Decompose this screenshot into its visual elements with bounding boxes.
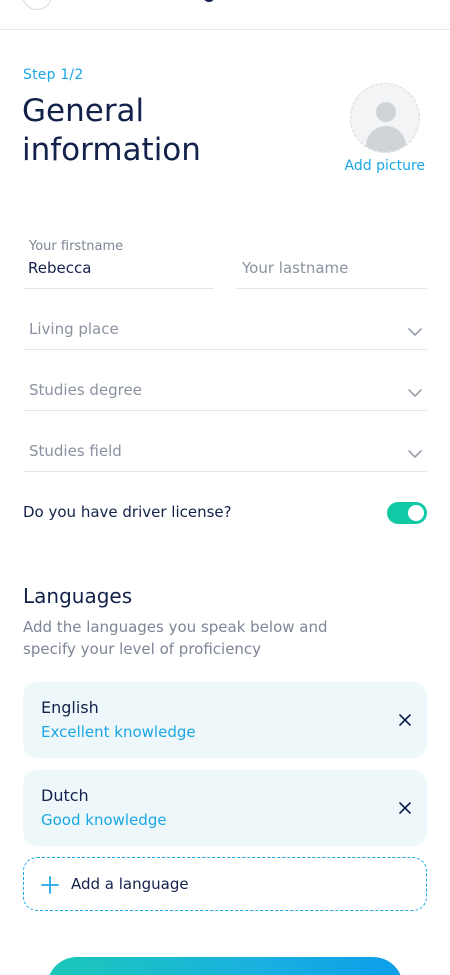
back-button[interactable] xyxy=(22,0,52,10)
step-indicator: Step 1/2 xyxy=(23,67,84,83)
firstname-value: Rebecca xyxy=(28,259,92,277)
avatar-head-shape xyxy=(376,102,396,122)
avatar-placeholder-icon[interactable] xyxy=(350,83,420,153)
language-level: Good knowledge xyxy=(41,811,167,829)
languages-heading: Languages xyxy=(23,584,133,608)
living-place-select[interactable]: Living place xyxy=(23,315,427,350)
plus-icon xyxy=(41,876,59,894)
toggle-knob xyxy=(408,505,424,521)
firstname-field[interactable]: Your firstname Rebecca xyxy=(23,235,214,289)
header-title-fragment xyxy=(203,0,215,2)
studies-degree-placeholder: Studies degree xyxy=(29,381,142,399)
driver-license-label: Do you have driver license? xyxy=(23,503,232,521)
header-bar xyxy=(0,0,450,30)
firstname-label: Your firstname xyxy=(29,239,124,254)
close-icon[interactable] xyxy=(398,713,412,727)
add-language-button[interactable]: Add a language xyxy=(23,857,427,911)
lastname-field[interactable]: Your lastname xyxy=(236,235,427,289)
language-level: Excellent knowledge xyxy=(41,723,196,741)
language-name: Dutch xyxy=(41,786,89,805)
language-card[interactable]: English Excellent knowledge xyxy=(23,682,427,758)
page-title: General information xyxy=(22,92,262,170)
chevron-down-icon xyxy=(408,450,422,458)
language-card[interactable]: Dutch Good knowledge xyxy=(23,770,427,846)
page-title-line-1: General xyxy=(22,93,145,129)
close-icon[interactable] xyxy=(398,801,412,815)
lastname-placeholder: Your lastname xyxy=(242,259,349,277)
page-title-line-2: information xyxy=(22,132,201,168)
avatar-shoulders-shape xyxy=(366,126,406,152)
add-language-label: Add a language xyxy=(71,875,189,893)
languages-description: Add the languages you speak below and sp… xyxy=(23,618,328,658)
chevron-down-icon xyxy=(408,389,422,397)
chevron-down-icon xyxy=(408,328,422,336)
studies-field-placeholder: Studies field xyxy=(29,442,122,460)
living-place-placeholder: Living place xyxy=(29,320,119,338)
add-picture-link[interactable]: Add picture xyxy=(325,158,425,174)
studies-field-select[interactable]: Studies field xyxy=(23,437,427,472)
driver-license-toggle[interactable] xyxy=(387,502,427,524)
language-name: English xyxy=(41,698,99,717)
profile-form-page: Step 1/2 General information Add picture… xyxy=(0,0,450,975)
studies-degree-select[interactable]: Studies degree xyxy=(23,376,427,411)
continue-button[interactable] xyxy=(47,957,403,975)
